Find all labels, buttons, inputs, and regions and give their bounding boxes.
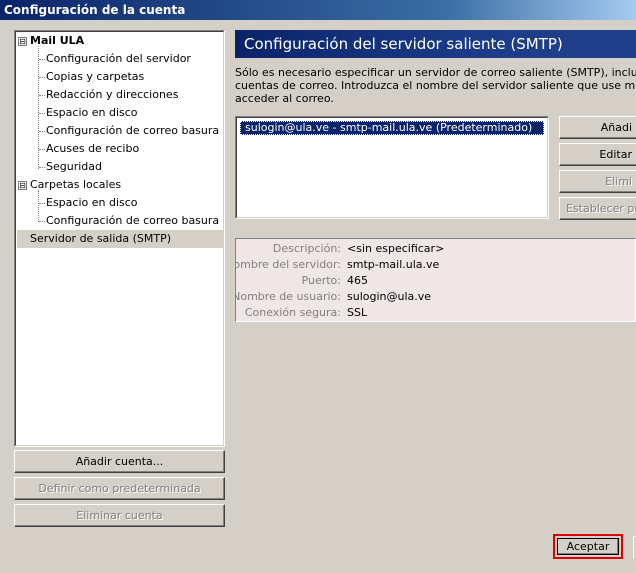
tree-item-local-junk-settings[interactable]: Configuración de correo basura: [46, 212, 219, 230]
tree-line: [38, 46, 39, 169]
description-line: cuentas de correo. Introduzca el nombre …: [235, 79, 636, 92]
tree-item-local-disk-space[interactable]: Espacio en disco: [46, 194, 138, 212]
collapse-icon[interactable]: ⊟: [18, 37, 27, 46]
detail-row-description: Descripción: <sin especificar>: [236, 241, 635, 257]
detail-row-username: Nombre de usuario: sulogin@ula.ve: [235, 289, 635, 305]
tree-branch: [39, 149, 45, 150]
window-title: Configuración de la cuenta: [0, 0, 636, 20]
set-default-smtp-button[interactable]: Establecer pred: [559, 197, 636, 220]
detail-value: <sin especificar>: [347, 242, 445, 255]
tree-branch: [39, 221, 45, 222]
tree-branch: [39, 167, 45, 168]
tree-item-security[interactable]: Seguridad: [46, 158, 102, 176]
tree-item-disk-space[interactable]: Espacio en disco: [46, 104, 138, 122]
detail-label: Nombre del servidor:: [235, 258, 341, 271]
smtp-server-row[interactable]: sulogin@ula.ve - smtp-mail.ula.ve (Prede…: [240, 121, 544, 135]
tree-item-receipts[interactable]: Acuses de recibo: [46, 140, 139, 158]
detail-label: Descripción:: [272, 242, 341, 255]
tree-item-copies-folders[interactable]: Copias y carpetas: [46, 68, 144, 86]
account-tree[interactable]: ⊟ Mail ULA Configuración del servidor Co…: [14, 30, 225, 447]
panel-description: Sólo es necesario especificar un servido…: [235, 66, 636, 105]
tree-branch: [39, 131, 45, 132]
tree-line: [38, 190, 39, 222]
add-smtp-button[interactable]: Añadi: [559, 116, 636, 139]
tree-branch: [39, 77, 45, 78]
tree-item-smtp[interactable]: Servidor de salida (SMTP): [30, 230, 171, 248]
tree-branch: [39, 203, 45, 204]
detail-row-server-name: Nombre del servidor: smtp-mail.ula.ve: [235, 257, 635, 273]
tree-item-server-settings[interactable]: Configuración del servidor: [46, 50, 191, 68]
tree-branch: [39, 113, 45, 114]
smtp-details-box: Descripción: <sin especificar> Nombre de…: [235, 238, 636, 322]
detail-value: sulogin@ula.ve: [347, 290, 432, 303]
detail-row-secure-connection: Conexión segura: SSL: [236, 305, 635, 321]
tree-item-composition[interactable]: Redacción y direcciones: [46, 86, 178, 104]
accept-highlight: Aceptar: [553, 534, 623, 559]
detail-label: Nombre de usuario:: [235, 290, 341, 303]
panel-title: Configuración del servidor saliente (SMT…: [235, 30, 636, 58]
detail-value: SSL: [347, 306, 368, 319]
detail-label: Conexión segura:: [244, 306, 341, 319]
remove-account-button[interactable]: Eliminar cuenta: [14, 504, 225, 527]
remove-smtp-button[interactable]: Elimi: [559, 170, 636, 193]
collapse-icon[interactable]: ⊟: [18, 181, 27, 190]
smtp-server-list[interactable]: sulogin@ula.ve - smtp-mail.ula.ve (Prede…: [235, 116, 549, 219]
tree-account-local-folders[interactable]: Carpetas locales: [30, 176, 121, 194]
tree-account-mail-ula[interactable]: Mail ULA: [30, 32, 84, 50]
add-account-button[interactable]: Añadir cuenta...: [14, 450, 225, 473]
set-default-account-button[interactable]: Definir como predeterminada: [14, 477, 225, 500]
detail-value: smtp-mail.ula.ve: [347, 258, 440, 271]
edit-smtp-button[interactable]: Editar: [559, 143, 636, 166]
description-line: Sólo es necesario especificar un servido…: [235, 66, 636, 79]
description-line: acceder al correo.: [235, 92, 334, 105]
tree-branch: [39, 95, 45, 96]
detail-row-port: Puerto: 465: [236, 273, 635, 289]
detail-value: 465: [347, 274, 368, 287]
tree-branch: [39, 59, 45, 60]
tree-item-junk-settings[interactable]: Configuración de correo basura: [46, 122, 219, 140]
accept-button[interactable]: Aceptar: [557, 538, 619, 555]
detail-label: Puerto:: [301, 274, 341, 287]
